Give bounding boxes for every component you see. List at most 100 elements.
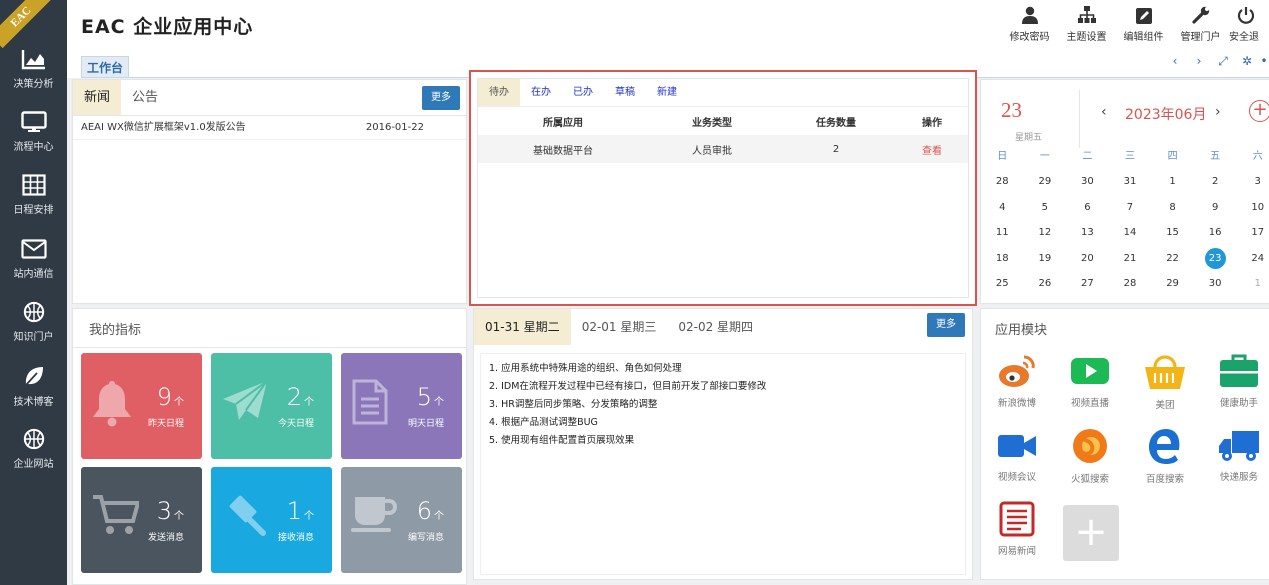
calendar-day-cell[interactable]: 6 xyxy=(1066,195,1109,220)
indicator-value: 1个 xyxy=(287,497,314,525)
calendar-day-cell[interactable]: 7 xyxy=(1109,195,1152,220)
indicator-received[interactable]: 1个 接收消息 xyxy=(211,467,332,573)
next-month-button[interactable]: › xyxy=(1215,104,1221,120)
eac-logo[interactable]: EAC xyxy=(0,0,53,49)
tab-done[interactable]: 已办 xyxy=(562,79,604,106)
calendar-day-cell[interactable]: 17 xyxy=(1236,220,1269,245)
tab-new[interactable]: 新建 xyxy=(646,79,688,106)
calendar-day-cell[interactable]: 1 xyxy=(1236,271,1269,296)
sidebar-item-knowledge[interactable]: 知识门户 xyxy=(0,301,67,359)
indicator-today[interactable]: 2个 今天日程 xyxy=(211,353,332,459)
schedule-more-button[interactable]: 更多 xyxy=(927,313,965,337)
tab-draft[interactable]: 草稿 xyxy=(604,79,646,106)
prev-icon[interactable]: ‹ xyxy=(1163,54,1187,69)
sidebar-item-label: 决策分析 xyxy=(13,79,54,90)
calendar-day-cell[interactable]: 13 xyxy=(1066,220,1109,245)
calendar-day-cell[interactable]: 16 xyxy=(1194,220,1237,245)
app-baidu[interactable]: 百度搜索 xyxy=(1129,427,1201,485)
tab-day-1[interactable]: 01-31 星期二 xyxy=(474,309,571,345)
calendar-day-cell[interactable]: 27 xyxy=(1066,271,1109,296)
news-more-button[interactable]: 更多 xyxy=(422,86,460,110)
calendar-day-cell[interactable]: 5 xyxy=(1024,195,1067,220)
calendar-day-cell[interactable]: 30 xyxy=(1194,271,1237,296)
calendar-grid: 日一二三四五六 28 29 30 31 1 2 3 4 5 6 7 8 9 10 11 12 13 14 15 16 17… xyxy=(981,144,1269,296)
logout-button[interactable]: 安全退 xyxy=(1229,6,1269,43)
add-app-button[interactable]: + xyxy=(1063,505,1119,561)
calendar-day-cell[interactable]: 30 xyxy=(1066,169,1109,194)
prev-month-button[interactable]: ‹ xyxy=(1101,104,1107,120)
calendar-day-cell[interactable]: 8 xyxy=(1151,195,1194,220)
action-label: 管理门户 xyxy=(1180,32,1221,43)
task-panel: 待办 在办 已办 草稿 新建 所属应用 业务类型 任务数量 操作 基础数据平台 … xyxy=(469,70,977,306)
news-panel: 新闻 公告 更多 AEAI WX微信扩展框架v1.0发版公告 2016-01-2… xyxy=(72,79,467,304)
more-icon[interactable]: • xyxy=(1259,54,1269,69)
change-password-button[interactable]: 修改密码 xyxy=(1001,6,1058,43)
indicator-draft[interactable]: 6个 编写消息 xyxy=(341,467,462,573)
calendar-day-cell[interactable]: 25 xyxy=(981,271,1024,296)
calendar-day-cell[interactable]: 3 xyxy=(1236,169,1269,194)
calendar-day-cell[interactable]: 20 xyxy=(1066,246,1109,271)
calendar-day-cell[interactable]: 29 xyxy=(1151,271,1194,296)
calendar-day-cell[interactable]: 19 xyxy=(1024,246,1067,271)
app-video-conference[interactable]: 视频会议 xyxy=(981,427,1053,483)
app-health[interactable]: 健康助手 xyxy=(1203,353,1269,409)
tab-day-3[interactable]: 02-02 星期四 xyxy=(667,309,764,345)
add-event-button[interactable]: + xyxy=(1249,100,1269,122)
calendar-day-cell[interactable]: 10 xyxy=(1236,195,1269,220)
indicator-tomorrow[interactable]: 5个 明天日程 xyxy=(341,353,462,459)
tab-day-2[interactable]: 02-01 星期三 xyxy=(571,309,668,345)
calendar-day-cell[interactable]: 29 xyxy=(1024,169,1067,194)
app-label: 新浪微博 xyxy=(997,398,1036,409)
indicator-label: 今天日程 xyxy=(277,419,314,429)
app-video-live[interactable]: 视频直播 xyxy=(1054,353,1126,409)
tab-todo[interactable]: 待办 xyxy=(478,79,520,106)
news-title: AEAI WX微信扩展框架v1.0发版公告 xyxy=(81,122,246,133)
sidebar-item-decision[interactable]: 决策分析 xyxy=(0,48,67,106)
sidebar-item-schedule[interactable]: 日程安排 xyxy=(0,174,67,232)
tab-announcements[interactable]: 公告 xyxy=(121,80,169,115)
tab-news[interactable]: 新闻 xyxy=(73,80,122,115)
calendar-day-cell[interactable]: 21 xyxy=(1109,246,1152,271)
edit-widgets-button[interactable]: 编辑组件 xyxy=(1115,6,1172,43)
indicator-yesterday[interactable]: 9个 昨天日程 xyxy=(81,353,202,459)
calendar-day-cell[interactable]: 14 xyxy=(1109,220,1152,245)
manage-portal-button[interactable]: 管理门户 xyxy=(1172,6,1229,43)
theme-settings-button[interactable]: 主题设置 xyxy=(1058,6,1115,43)
tab-workspace[interactable]: 工作台 xyxy=(81,56,129,78)
calendar-day-cell[interactable]: 4 xyxy=(981,195,1024,220)
app-express[interactable]: 快递服务 xyxy=(1203,427,1269,483)
calendar-day-cell[interactable]: 2 xyxy=(1194,169,1237,194)
calendar-day-cell[interactable]: 22 xyxy=(1151,246,1194,271)
calendar-day-cell[interactable]: 28 xyxy=(1109,271,1152,296)
calendar-day-cell[interactable]: 24 xyxy=(1236,246,1269,271)
tab-in-progress[interactable]: 在办 xyxy=(520,79,562,106)
calendar-day-cell[interactable]: 26 xyxy=(1024,271,1067,296)
app-weibo[interactable]: 新浪微博 xyxy=(981,353,1053,409)
calendar-day-cell[interactable]: 11 xyxy=(981,220,1024,245)
next-icon[interactable]: › xyxy=(1187,54,1211,69)
calendar-day-cell[interactable]: 15 xyxy=(1151,220,1194,245)
sidebar-item-website[interactable]: 企业网站 xyxy=(0,428,67,486)
sidebar-item-process[interactable]: 流程中心 xyxy=(0,111,67,169)
list-item[interactable]: AEAI WX微信扩展框架v1.0发版公告 2016-01-22 xyxy=(73,116,466,140)
sidebar-item-messages[interactable]: 站内通信 xyxy=(0,238,67,296)
sidebar-item-blog[interactable]: 技术博客 xyxy=(0,364,67,422)
app-firefox[interactable]: 火狐搜索 xyxy=(1054,427,1126,485)
schedule-panel: 01-31 星期二 02-01 星期三 02-02 星期四 更多 1. 应用系统… xyxy=(473,308,973,580)
calendar-panel: 23 星期五 ‹ 2023年06月 › + 日一二三四五六 28 29 30 31 1 2 3… xyxy=(980,79,1269,304)
calendar-day-cell[interactable]: 31 xyxy=(1109,169,1152,194)
indicator-value: 2个 xyxy=(287,383,314,411)
calendar-day-cell[interactable]: 18 xyxy=(981,246,1024,271)
fullscreen-icon[interactable]: ⤢ xyxy=(1211,54,1235,69)
view-link[interactable]: 查看 xyxy=(896,135,968,163)
app-meituan[interactable]: 美团 xyxy=(1129,353,1201,411)
calendar-day-cell[interactable]: 9 xyxy=(1194,195,1237,220)
calendar-day-cell[interactable]: 1 xyxy=(1151,169,1194,194)
app-netease-news[interactable]: 网易新闻 xyxy=(981,501,1053,557)
gear-icon[interactable]: ✲ xyxy=(1235,54,1259,69)
calendar-day-cell[interactable]: 28 xyxy=(981,169,1024,194)
calendar-day-cell[interactable]: 23 xyxy=(1194,246,1237,271)
cell-app: 基础数据平台 xyxy=(478,135,648,163)
indicator-sent[interactable]: 3个 发送消息 xyxy=(81,467,202,573)
calendar-day-cell[interactable]: 12 xyxy=(1024,220,1067,245)
